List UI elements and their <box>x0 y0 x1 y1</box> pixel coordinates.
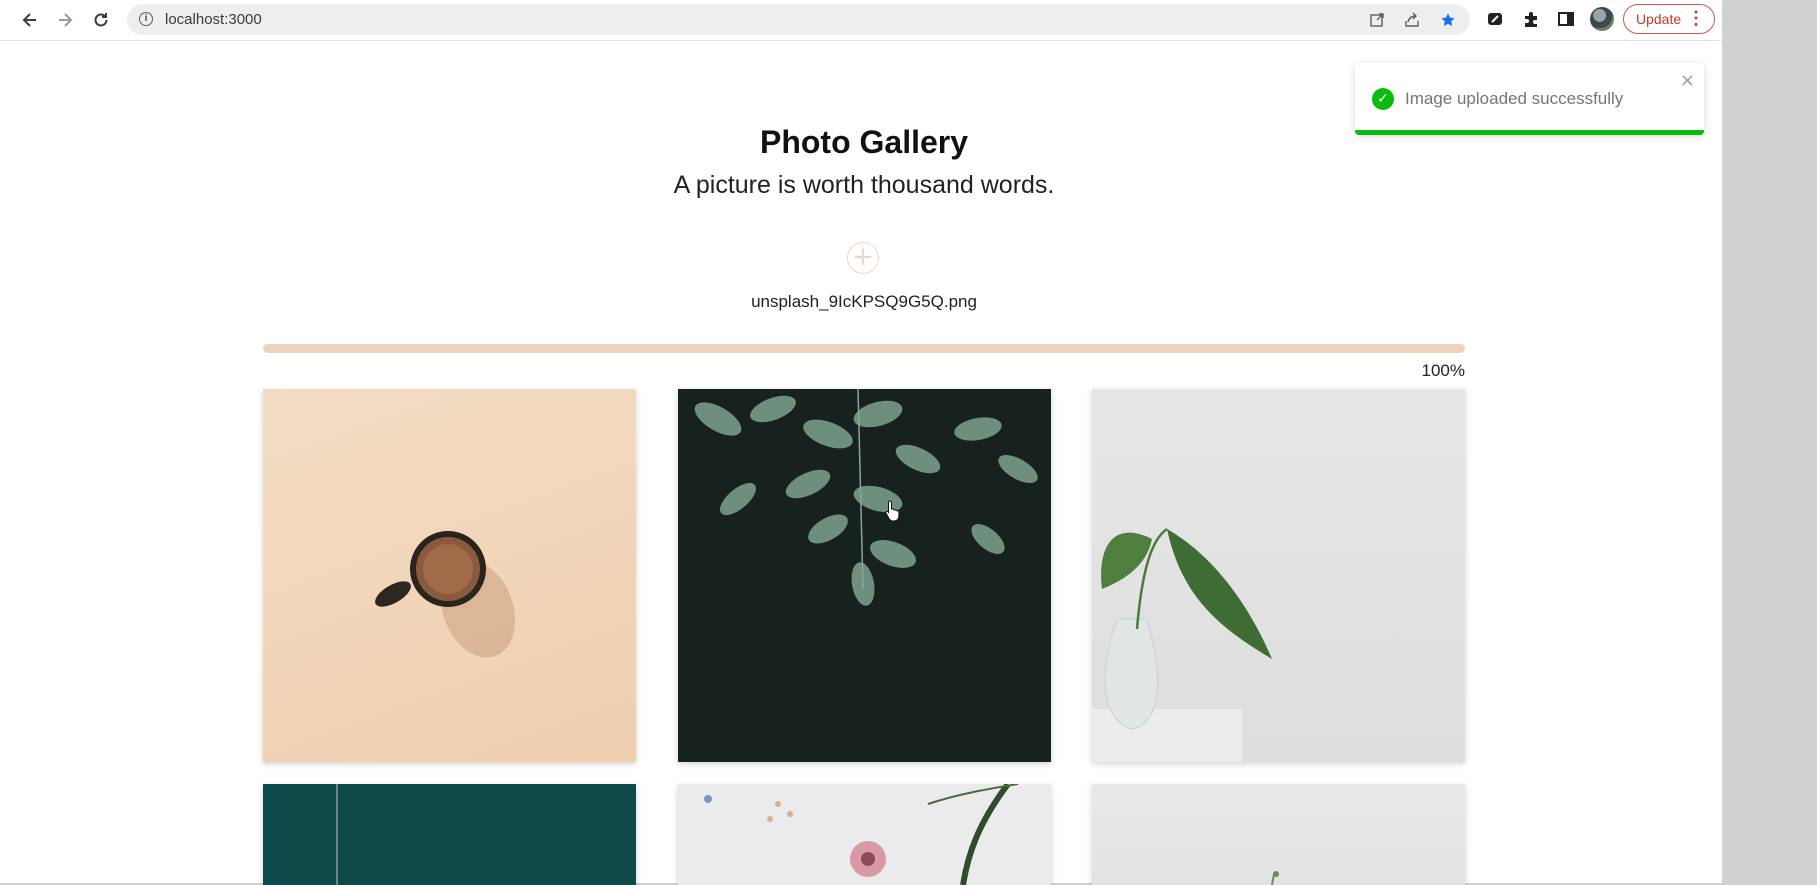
success-toast: ✓ Image uploaded successfully × <box>1355 63 1704 135</box>
forward-button[interactable] <box>51 6 79 34</box>
gallery-image-coffee[interactable] <box>263 389 636 762</box>
extensions-puzzle-icon[interactable] <box>1520 8 1542 30</box>
page-subtitle: A picture is worth thousand words. <box>673 171 1055 199</box>
toast-progress-bar <box>1355 130 1704 135</box>
share-icon[interactable] <box>1404 12 1420 28</box>
browser-toolbar: i localhost:3000 Update ⋮ <box>0 0 1722 41</box>
reload-icon <box>94 13 108 27</box>
gallery-image-grey[interactable] <box>1092 784 1465 885</box>
toast-message: Image uploaded successfully <box>1405 89 1624 108</box>
update-button[interactable]: Update ⋮ <box>1623 4 1715 34</box>
check-circle-icon: ✓ <box>1372 88 1394 110</box>
arrow-left-icon <box>22 13 36 27</box>
site-info-icon[interactable]: i <box>139 12 153 26</box>
reload-button[interactable] <box>87 6 115 34</box>
arrow-right-icon <box>59 13 73 27</box>
open-in-app-icon[interactable] <box>1369 12 1385 28</box>
gallery-image-teal[interactable] <box>263 784 636 885</box>
back-button[interactable] <box>16 6 44 34</box>
window-edge <box>1722 0 1817 885</box>
upload-button[interactable]: + <box>847 242 879 274</box>
gallery-image-flowers[interactable] <box>678 784 1051 885</box>
uploaded-filename: unsplash_9IcKPSQ9G5Q.png <box>751 292 977 311</box>
profile-avatar[interactable] <box>1590 7 1614 31</box>
url-text: localhost:3000 <box>165 11 262 28</box>
upload-progress-label: 100% <box>1421 361 1465 380</box>
extension-d-icon[interactable] <box>1484 8 1506 30</box>
address-bar[interactable]: i localhost:3000 <box>127 4 1470 35</box>
gallery-image-leaves[interactable] <box>678 389 1051 762</box>
update-label: Update <box>1636 11 1682 27</box>
close-icon[interactable]: × <box>1680 70 1695 91</box>
gallery-image-plant-vase[interactable] <box>1092 389 1465 762</box>
upload-progress-bar <box>263 344 1465 353</box>
hand-cursor-icon <box>885 500 900 522</box>
upload-progress-fill <box>263 344 1465 353</box>
more-menu-icon[interactable]: ⋮ <box>1687 8 1705 29</box>
bookmark-star-icon[interactable] <box>1440 12 1456 28</box>
side-panel-icon[interactable] <box>1555 8 1577 30</box>
